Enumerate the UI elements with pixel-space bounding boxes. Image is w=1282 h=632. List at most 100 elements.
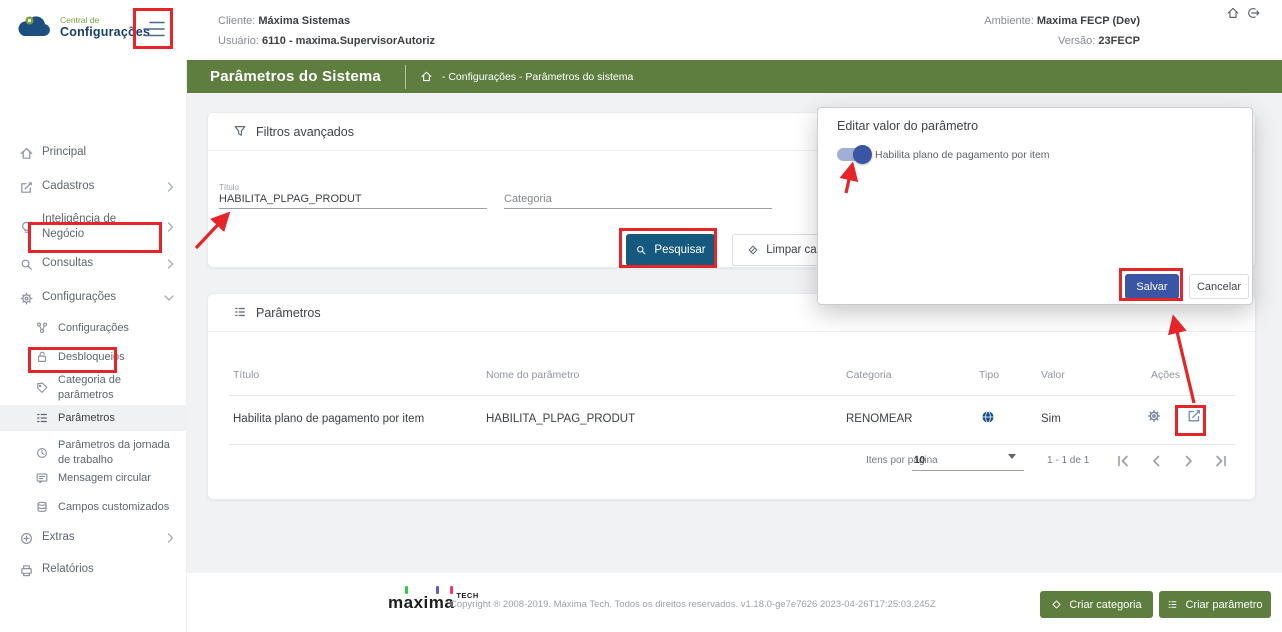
divider: [229, 395, 1236, 396]
sidebar-item-principal[interactable]: Principal: [0, 140, 187, 166]
sidebar-item-cadastros[interactable]: Cadastros: [0, 174, 187, 200]
page-title: Parâmetros do Sistema: [210, 68, 381, 85]
environment-label: Ambiente:: [984, 15, 1034, 27]
column-header-valor: Valor: [1041, 369, 1065, 381]
version-label: Versão:: [1058, 35, 1096, 47]
sidebar-subitem-mensagem-circular[interactable]: Mensagem circular: [0, 465, 187, 491]
sidebar-subitem-configuracoes[interactable]: Configurações: [0, 315, 187, 341]
session-client-user: Cliente: Máxima Sistemas Usuário: 6110 -…: [218, 11, 435, 51]
tag-icon: [34, 380, 50, 396]
create-category-button[interactable]: Criar categoria: [1040, 591, 1153, 618]
sidebar-item-label: Inteligência de Negócio: [42, 212, 117, 240]
sidebar-subitem-categoria-de-parametros[interactable]: Categoria de parâmetros: [0, 370, 187, 406]
cancel-button[interactable]: Cancelar: [1189, 274, 1249, 299]
categoria-input[interactable]: [504, 193, 772, 209]
create-category-label: Criar categoria: [1069, 598, 1142, 611]
app-root: Central de Configurações Cliente: Máxima…: [0, 0, 1282, 632]
sidebar-item-inteligencia-de-negocio[interactable]: Inteligência de Negócio: [0, 207, 187, 247]
client-value: Máxima Sistemas: [258, 15, 351, 27]
cell-valor: Sim: [1041, 413, 1061, 425]
create-parameter-label: Criar parâmetro: [1185, 598, 1263, 611]
sidebar-item-configuracoes[interactable]: Configurações: [0, 285, 187, 311]
user-value: 6110 - maxima.SupervisorAutoriz: [262, 35, 436, 47]
cloud-gear-logo-icon: [14, 12, 54, 42]
lightbulb-icon: [18, 219, 34, 235]
plus-circle-icon: [18, 530, 34, 546]
hub-icon: [34, 320, 50, 336]
chevron-right-icon: [167, 182, 174, 192]
search-button[interactable]: Pesquisar: [626, 234, 715, 266]
sidebar-item-label: Desbloqueios: [58, 350, 125, 363]
sidebar-item-label: Mensagem circular: [58, 471, 151, 484]
sidebar-toggle-button[interactable]: [137, 12, 171, 46]
sidebar-item-extras[interactable]: Extras: [0, 525, 187, 551]
titulo-input[interactable]: [219, 193, 487, 209]
cell-nome: HABILITA_PLPAG_PRODUT: [486, 413, 636, 425]
sidebar-item-label: Parâmetros: [58, 411, 115, 424]
list-icon: [34, 410, 50, 426]
parameters-card-title: Parâmetros: [256, 305, 321, 320]
sidebar-item-label: Categoria de parâmetros: [58, 374, 121, 401]
message-icon: [34, 470, 50, 486]
next-page-icon[interactable]: [1179, 451, 1199, 471]
home-icon[interactable]: [1226, 6, 1240, 20]
user-label: Usuário:: [218, 35, 259, 47]
last-page-icon[interactable]: [1211, 451, 1231, 471]
sidebar-item-consultas[interactable]: Consultas: [0, 251, 187, 277]
breadcrumb: - Configurações - Parâmetros do sistema: [441, 70, 634, 83]
toggle-knob: [853, 145, 872, 164]
breadcrumb-home-icon[interactable]: [420, 70, 433, 83]
save-button[interactable]: Salvar: [1125, 274, 1179, 299]
select-caret-icon[interactable]: [1008, 454, 1016, 477]
sidebar-subitem-desbloqueios[interactable]: Desbloqueios: [0, 344, 187, 370]
chevron-right-icon: [167, 533, 174, 543]
parameter-toggle[interactable]: [837, 145, 872, 164]
sidebar-subitem-campos-customizados[interactable]: Campos customizados: [0, 494, 187, 520]
copyright-text: Copyright ® 2008-2019. Máxima Tech. Todo…: [450, 599, 936, 610]
logo-green-tick: [405, 586, 408, 594]
clock-icon: [34, 445, 50, 461]
logo-text: maxima: [388, 593, 455, 612]
column-header-nome: Nome do parâmetro: [486, 369, 580, 381]
gear-icon: [18, 290, 34, 306]
topbar: Central de Configurações Cliente: Máxima…: [0, 0, 1282, 60]
chevron-right-icon: [167, 259, 174, 269]
pagination-range: 1 - 1 de 1: [1047, 455, 1090, 466]
layers-icon: [34, 499, 50, 515]
titulo-field-label: Título: [219, 183, 240, 192]
divider: [404, 64, 406, 89]
edit-icon: [18, 179, 34, 195]
sidebar-item-relatorios[interactable]: Relatórios: [0, 557, 187, 583]
create-parameter-button[interactable]: Criar parâmetro: [1159, 591, 1271, 618]
filter-icon: [233, 124, 248, 139]
sidebar-item-label: Extras: [42, 531, 75, 544]
logo-blue-tick: [436, 586, 439, 594]
divider: [912, 470, 1024, 471]
toggle-label: Habilita plano de pagamento por item: [875, 149, 1050, 161]
modal-title: Editar valor do parâmetro: [837, 119, 979, 133]
sidebar-subitem-parametros[interactable]: Parâmetros: [0, 405, 187, 431]
sidebar-item-label: Relatórios: [42, 563, 94, 576]
items-per-page-label: Itens por página: [866, 455, 938, 466]
home-icon: [18, 145, 34, 161]
sidebar-item-label: Cadastros: [42, 180, 95, 193]
globe-icon: [981, 410, 995, 424]
row-edit-icon[interactable]: [1186, 408, 1202, 424]
printer-icon: [18, 562, 34, 578]
column-header-categoria: Categoria: [846, 369, 892, 381]
logout-icon[interactable]: [1246, 6, 1260, 20]
filters-card-title: Filtros avançados: [256, 124, 354, 139]
client-label: Cliente:: [218, 15, 256, 27]
previous-page-icon[interactable]: [1146, 451, 1166, 471]
logo-pink-tick: [450, 586, 453, 594]
row-settings-icon[interactable]: [1146, 408, 1162, 424]
first-page-icon[interactable]: [1113, 451, 1133, 471]
items-per-page-value[interactable]: 10: [914, 455, 925, 466]
search-icon: [635, 244, 647, 256]
cell-categoria: RENOMEAR: [846, 413, 913, 425]
app-logo: Central de Configurações: [14, 12, 150, 42]
chevron-down-icon: [164, 295, 174, 302]
chevron-right-icon: [167, 222, 174, 232]
sidebar-item-label: Configurações: [58, 321, 129, 334]
session-environment: Ambiente: Maxima FECP (Dev) Versão: 23FE…: [860, 11, 1140, 51]
